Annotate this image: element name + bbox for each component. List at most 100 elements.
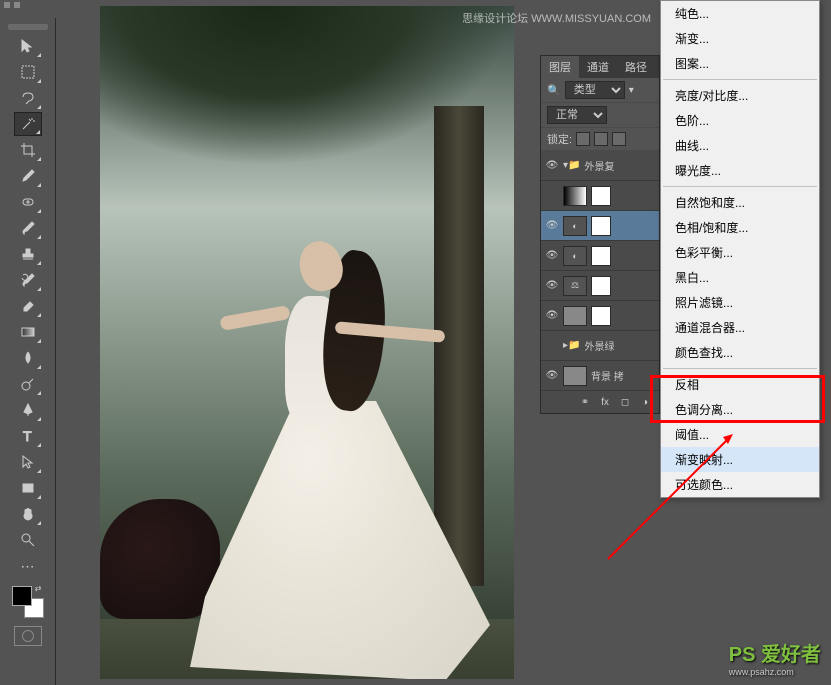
healing-brush-tool[interactable]: [14, 190, 42, 214]
eyedropper-tool[interactable]: [14, 164, 42, 188]
menu-exposure[interactable]: 曝光度...: [661, 158, 819, 183]
menu-threshold[interactable]: 阈值...: [661, 422, 819, 447]
menu-solid-color[interactable]: 纯色...: [661, 1, 819, 26]
lock-position-icon[interactable]: [612, 132, 626, 146]
menu-photo-filter[interactable]: 照片滤镜...: [661, 290, 819, 315]
tools-panel: T ⋯ ⇄: [0, 18, 56, 685]
visibility-icon[interactable]: [545, 189, 559, 203]
layer-row[interactable]: 👁 ◐: [541, 211, 659, 241]
brush-tool[interactable]: [14, 216, 42, 240]
layer-row[interactable]: 👁 ⚖: [541, 271, 659, 301]
layer-row[interactable]: 👁 背景 拷: [541, 361, 659, 391]
lock-label: 锁定:: [547, 131, 572, 147]
visibility-icon[interactable]: 👁: [545, 309, 559, 323]
folder-icon: ▾📁: [563, 160, 580, 171]
type-tool[interactable]: T: [14, 424, 42, 448]
path-selection-tool[interactable]: [14, 450, 42, 474]
watermark-bottom: PS 爱好者 www.psahz.com: [729, 638, 821, 677]
menu-invert[interactable]: 反相: [661, 372, 819, 397]
visibility-icon[interactable]: 👁: [545, 159, 559, 173]
layer-filter-select[interactable]: 类型: [565, 81, 625, 99]
crop-tool[interactable]: [14, 138, 42, 162]
menu-separator: [663, 79, 817, 80]
layer-row[interactable]: [541, 181, 659, 211]
layer-list: 👁 ▾📁 外景复 👁 ◐ 👁 ◐ 👁 ⚖ 👁: [541, 151, 659, 391]
visibility-icon[interactable]: 👁: [545, 249, 559, 263]
menu-pattern[interactable]: 图案...: [661, 51, 819, 76]
visibility-icon[interactable]: 👁: [545, 279, 559, 293]
toolbar-header: [0, 0, 56, 18]
menu-hue-saturation[interactable]: 色相/饱和度...: [661, 215, 819, 240]
layer-thumbnail: [563, 366, 587, 386]
layer-thumbnail: ◐: [563, 216, 587, 236]
gradient-tool[interactable]: [14, 320, 42, 344]
layer-thumbnail: ◐: [563, 246, 587, 266]
adjustment-context-menu: 纯色... 渐变... 图案... 亮度/对比度... 色阶... 曲线... …: [660, 0, 820, 498]
menu-channel-mixer[interactable]: 通道混合器...: [661, 315, 819, 340]
menu-selective-color[interactable]: 可选颜色...: [661, 472, 819, 497]
menu-color-balance[interactable]: 色彩平衡...: [661, 240, 819, 265]
menu-separator: [663, 186, 817, 187]
menu-posterize[interactable]: 色调分离...: [661, 397, 819, 422]
layer-name: 背景 拷: [591, 368, 624, 383]
document-canvas[interactable]: [100, 6, 514, 679]
layer-mask-thumbnail: [591, 216, 611, 236]
menu-levels[interactable]: 色阶...: [661, 108, 819, 133]
watermark-sub: www.psahz.com: [729, 667, 821, 677]
eraser-tool[interactable]: [14, 294, 42, 318]
menu-gradient-map[interactable]: 渐变映射...: [661, 447, 819, 472]
magic-wand-tool[interactable]: [14, 112, 42, 136]
link-layers-icon[interactable]: ⚭: [577, 395, 593, 409]
folder-icon: ▸📁: [563, 340, 580, 351]
stamp-tool[interactable]: [14, 242, 42, 266]
swap-colors-icon[interactable]: ⇄: [35, 584, 42, 593]
blend-mode-select[interactable]: 正常: [547, 106, 607, 124]
marquee-tool[interactable]: [14, 60, 42, 84]
layer-mask-thumbnail: [591, 306, 611, 326]
color-swatches[interactable]: ⇄: [12, 586, 44, 618]
layer-mask-thumbnail: [591, 186, 611, 206]
menu-vibrance[interactable]: 自然饱和度...: [661, 190, 819, 215]
fx-icon[interactable]: fx: [597, 395, 613, 409]
dodge-tool[interactable]: [14, 372, 42, 396]
layer-thumbnail: ⚖: [563, 276, 587, 296]
menu-brightness-contrast[interactable]: 亮度/对比度...: [661, 83, 819, 108]
move-tool[interactable]: [14, 34, 42, 58]
rectangle-tool[interactable]: [14, 476, 42, 500]
watermark-main: PS 爱好者: [729, 644, 821, 666]
blur-tool[interactable]: [14, 346, 42, 370]
tab-layers[interactable]: 图层: [541, 56, 579, 78]
pen-tool[interactable]: [14, 398, 42, 422]
adjustment-layer-icon[interactable]: ◑: [637, 395, 653, 409]
watermark-top: 思缘设计论坛 WWW.MISSYUAN.COM: [462, 10, 651, 26]
svg-text:T: T: [23, 428, 32, 444]
visibility-icon[interactable]: 👁: [545, 219, 559, 233]
quick-mask-button[interactable]: [14, 626, 42, 646]
zoom-tool[interactable]: [14, 528, 42, 552]
tab-channels[interactable]: 通道: [579, 56, 617, 78]
visibility-icon[interactable]: [545, 339, 559, 353]
lock-pixels-icon[interactable]: [594, 132, 608, 146]
layer-name: 外景绿: [584, 338, 614, 353]
panel-footer: ⚭ fx ◻ ◑: [541, 391, 659, 413]
visibility-icon[interactable]: 👁: [545, 369, 559, 383]
layer-row[interactable]: 👁 ▾📁 外景复: [541, 151, 659, 181]
add-mask-icon[interactable]: ◻: [617, 395, 633, 409]
foreground-color[interactable]: [12, 586, 32, 606]
menu-color-lookup[interactable]: 颜色查找...: [661, 340, 819, 365]
tab-paths[interactable]: 路径: [617, 56, 655, 78]
lock-transparency-icon[interactable]: [576, 132, 590, 146]
menu-separator: [663, 368, 817, 369]
hand-tool[interactable]: [14, 502, 42, 526]
layer-mask-thumbnail: [591, 246, 611, 266]
layer-row[interactable]: 👁: [541, 301, 659, 331]
menu-curves[interactable]: 曲线...: [661, 133, 819, 158]
layer-row[interactable]: 👁 ◐: [541, 241, 659, 271]
panel-grip[interactable]: [8, 24, 48, 30]
history-brush-tool[interactable]: [14, 268, 42, 292]
lasso-tool[interactable]: [14, 86, 42, 110]
menu-gradient[interactable]: 渐变...: [661, 26, 819, 51]
edit-toolbar[interactable]: ⋯: [14, 554, 42, 578]
layer-row[interactable]: ▸📁 外景绿: [541, 331, 659, 361]
menu-black-white[interactable]: 黑白...: [661, 265, 819, 290]
